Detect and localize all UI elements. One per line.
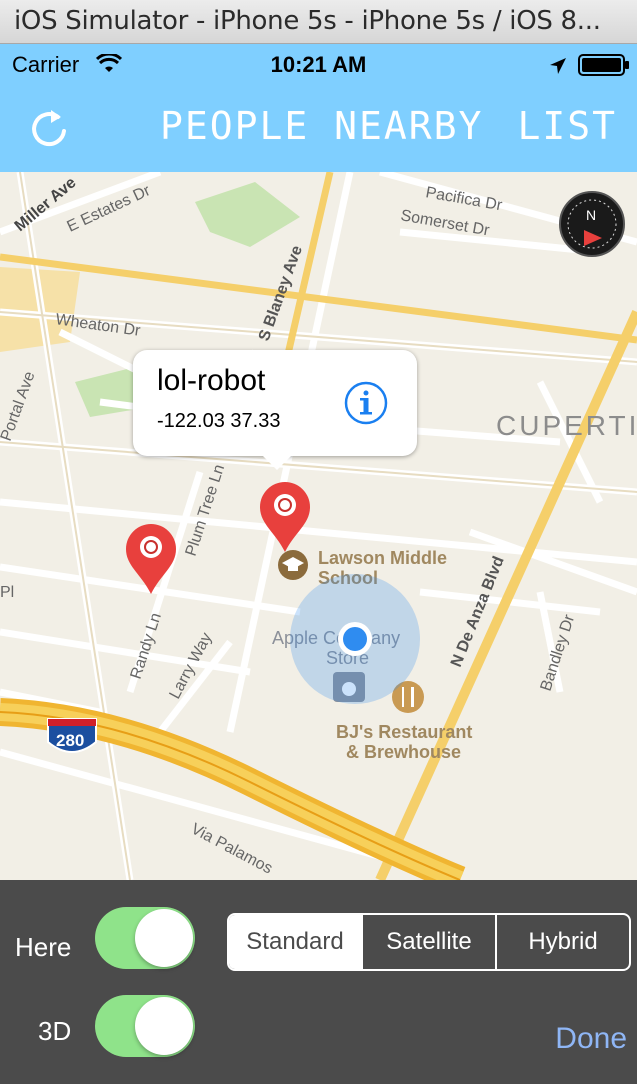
here-toggle[interactable]	[95, 907, 195, 969]
segment-hybrid[interactable]: Hybrid	[495, 915, 629, 969]
navigation-bar: PEOPLE NEARBY LIST	[0, 86, 637, 172]
city-label: CUPERTI	[496, 410, 637, 441]
compass-icon[interactable]: N	[558, 190, 626, 258]
info-icon[interactable]	[343, 380, 389, 426]
highway-280-shield: 280	[47, 718, 97, 753]
battery-icon	[578, 54, 629, 76]
page-title: PEOPLE NEARBY	[160, 104, 484, 148]
list-button[interactable]: LIST	[517, 104, 617, 148]
map-pin[interactable]	[258, 480, 312, 554]
here-toggle-knob	[135, 909, 193, 967]
street-label: Pl	[0, 584, 14, 601]
map-type-segmented-control: Standard Satellite Hybrid	[227, 913, 631, 971]
refresh-icon[interactable]	[30, 106, 70, 150]
map-pin[interactable]	[124, 522, 178, 596]
highway-shield-label: 280	[56, 731, 84, 750]
segment-satellite[interactable]: Satellite	[361, 915, 495, 969]
clock: 10:21 AM	[270, 52, 367, 77]
poi-label: & Brewhouse	[346, 742, 461, 762]
done-button[interactable]: Done	[555, 1022, 627, 1056]
map-options-panel	[0, 880, 637, 1084]
simulator-title-bar: iOS Simulator - iPhone 5s - iPhone 5s / …	[0, 0, 637, 44]
3d-toggle-knob	[135, 997, 193, 1055]
location-arrow-icon	[550, 58, 566, 74]
svg-text:N: N	[586, 207, 596, 223]
here-label: Here	[15, 932, 72, 962]
callout-coordinates: -122.03 37.33	[157, 410, 281, 432]
status-bar: Carrier 10:21 AM	[0, 44, 637, 86]
poi-label: Lawson Middle	[318, 548, 447, 568]
map-view[interactable]: Miller Ave E Estates Dr Pacifica Dr Some…	[0, 172, 637, 880]
window-title: iOS Simulator - iPhone 5s - iPhone 5s / …	[14, 6, 601, 36]
poi-label: BJ's Restaurant	[336, 722, 472, 742]
3d-toggle[interactable]	[95, 995, 195, 1057]
map-base: Miller Ave E Estates Dr Pacifica Dr Some…	[0, 172, 637, 880]
school-icon	[278, 550, 308, 580]
callout-title: lol-robot	[157, 364, 266, 397]
3d-label: 3D	[38, 1016, 72, 1046]
pin-callout[interactable]: lol-robot -122.03 37.33	[133, 350, 417, 470]
segment-standard[interactable]: Standard	[229, 915, 361, 969]
